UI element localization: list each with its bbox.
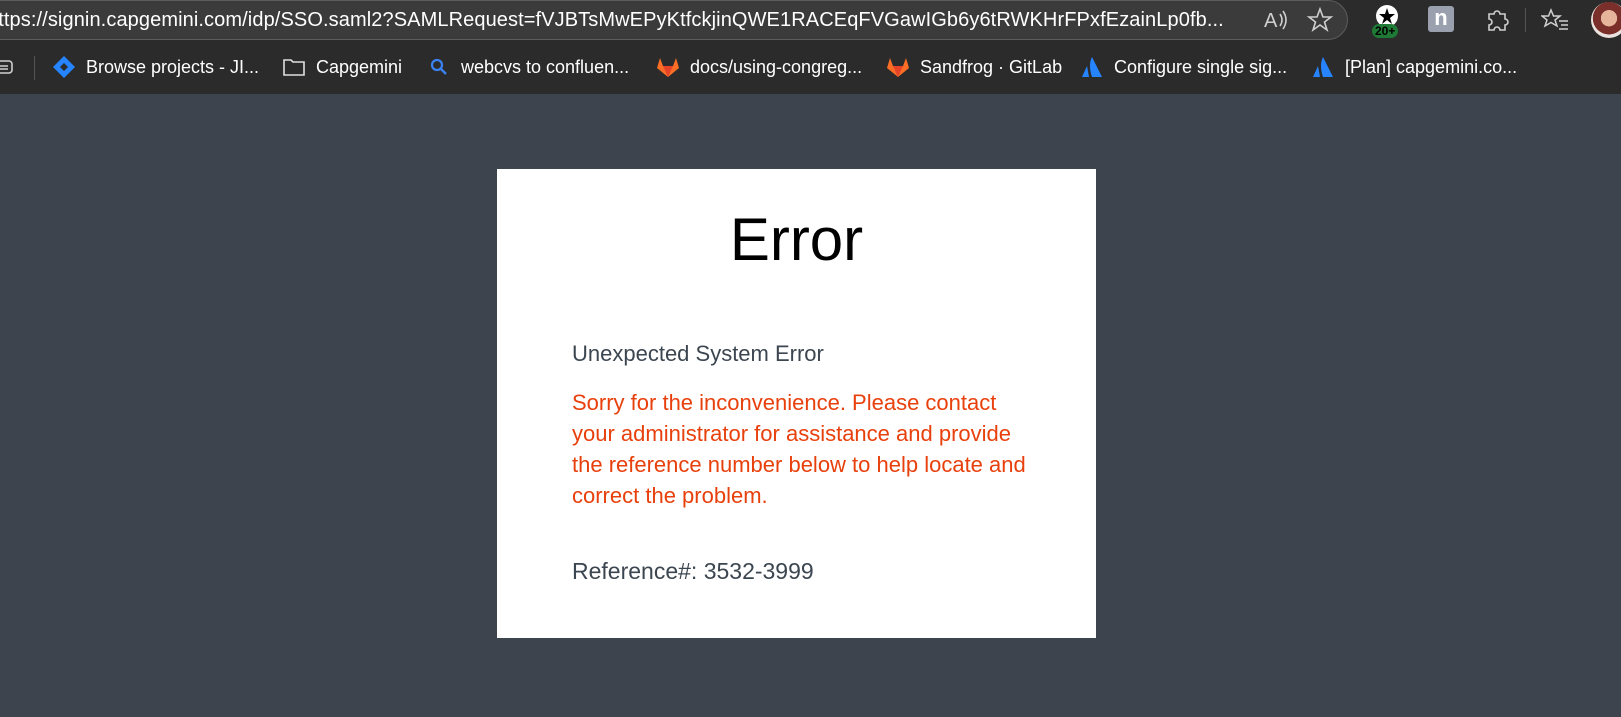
toolbar-divider bbox=[1525, 8, 1526, 32]
bookmarks-bar: Browse projects - JI... Capgemini webcvs… bbox=[0, 40, 1621, 94]
favorites-list-icon[interactable] bbox=[1541, 6, 1569, 34]
bookmark-configure-single-sig[interactable]: Configure single sig... bbox=[1080, 54, 1287, 80]
bookmark-sandfrog-gitlab[interactable]: Sandfrog · GitLab bbox=[886, 54, 1062, 80]
svg-text:A: A bbox=[1264, 10, 1278, 32]
bookmark-label: Sandfrog · GitLab bbox=[920, 56, 1063, 77]
puzzle-extensions-icon[interactable] bbox=[1483, 5, 1511, 33]
bookmark-label: Configure single sig... bbox=[1114, 56, 1288, 77]
bookmark-plan-capgemini[interactable]: [Plan] capgemini.co... bbox=[1311, 54, 1517, 80]
bookmark-browse-projects[interactable]: Browse projects - JI... bbox=[52, 54, 259, 80]
atlassian-icon bbox=[1313, 57, 1333, 77]
jira-icon bbox=[53, 56, 75, 78]
bookmark-label: [Plan] capgemini.co... bbox=[1345, 56, 1518, 77]
reference-number: Reference#: 3532-3999 bbox=[572, 558, 814, 584]
bookmark-docs-using-congreg[interactable]: docs/using-congreg... bbox=[656, 54, 862, 80]
bookmarks-divider bbox=[34, 56, 35, 80]
tab-actions-icon[interactable] bbox=[0, 57, 16, 77]
bookmark-label: Browse projects - JI... bbox=[86, 56, 260, 77]
error-message: Sorry for the inconvenience. Please cont… bbox=[572, 390, 1026, 508]
bookmark-label: webcvs to confluen... bbox=[461, 56, 630, 77]
profile-avatar[interactable] bbox=[1591, 2, 1621, 38]
search-icon bbox=[430, 58, 447, 75]
gitlab-icon bbox=[657, 58, 679, 77]
bookmark-label: Capgemini bbox=[316, 56, 403, 77]
address-bar-url[interactable]: https://signin.capgemini.com/idp/SSO.sam… bbox=[0, 9, 1224, 32]
extension-badge-count: 20+ bbox=[1372, 24, 1399, 38]
bookmark-capgemini-folder[interactable]: Capgemini bbox=[282, 54, 402, 80]
address-bar[interactable]: https://signin.capgemini.com/idp/SSO.sam… bbox=[0, 0, 1348, 40]
error-card: Error Unexpected System Error Sorry for … bbox=[497, 169, 1096, 638]
folder-icon bbox=[283, 59, 305, 76]
notion-extension-icon[interactable]: n bbox=[1428, 6, 1454, 32]
favorite-star-icon[interactable] bbox=[1306, 6, 1334, 34]
error-title: Error bbox=[729, 206, 864, 273]
atlassian-icon bbox=[1082, 57, 1102, 77]
gitlab-icon bbox=[887, 58, 909, 77]
bookmark-webcvs[interactable]: webcvs to confluen... bbox=[427, 54, 629, 80]
read-aloud-icon[interactable]: A bbox=[1262, 6, 1290, 34]
bookmark-label: docs/using-congreg... bbox=[690, 56, 863, 77]
browser-toolbar: https://signin.capgemini.com/idp/SSO.sam… bbox=[0, 0, 1621, 40]
error-subtitle: Unexpected System Error bbox=[572, 341, 824, 366]
